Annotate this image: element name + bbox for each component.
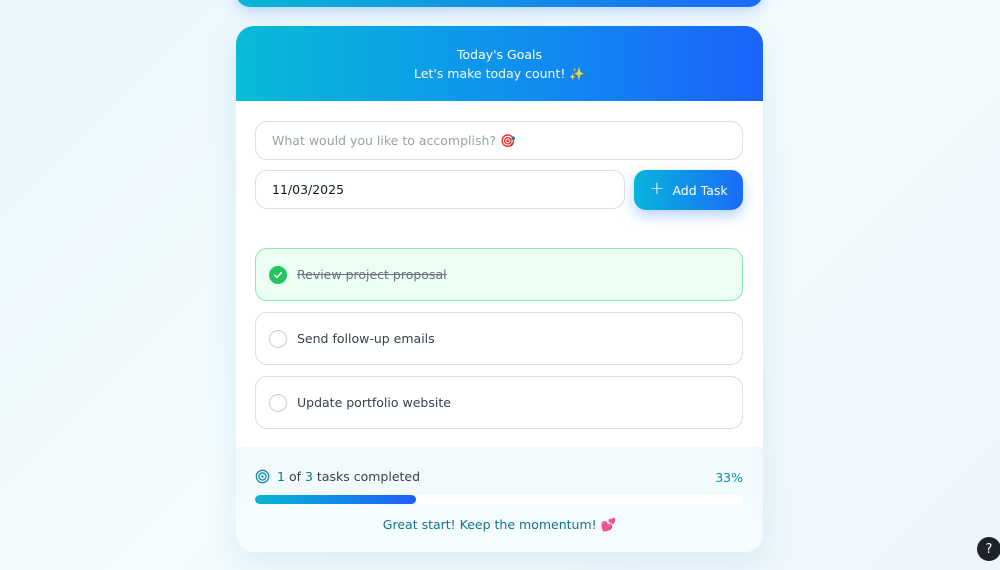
progress-bar-fill (255, 495, 417, 504)
help-button[interactable]: ? (977, 537, 1000, 561)
completed-suffix: tasks completed (316, 469, 421, 484)
checkbox-empty-icon[interactable] (269, 329, 287, 348)
add-task-label: Add Task (672, 182, 728, 198)
completed-count: 1 (277, 469, 285, 484)
task-item[interactable]: Review project proposal (255, 248, 743, 301)
task-label: Review project proposal (297, 267, 447, 282)
goals-card: Today's Goals Let's make today count! ✨ … (236, 26, 763, 552)
add-task-button[interactable]: + Add Task (634, 170, 743, 210)
motivation-message: Great start! Keep the momentum! 💕 (382, 517, 617, 532)
card-header: Today's Goals Let's make today count! ✨ (236, 26, 763, 101)
target-icon (255, 469, 270, 484)
card-subtitle: Let's make today count! ✨ (414, 66, 585, 81)
previous-card-edge (236, 0, 763, 7)
task-input[interactable] (255, 121, 743, 160)
checkbox-empty-icon[interactable] (269, 393, 287, 412)
checkbox-checked-icon[interactable] (269, 265, 287, 284)
of-text: of (288, 469, 301, 484)
task-item[interactable]: Update portfolio website (255, 376, 743, 429)
task-item[interactable]: Send follow-up emails (255, 312, 743, 365)
progress-bar (255, 495, 743, 504)
progress-percent: 33% (715, 470, 743, 485)
task-label: Send follow-up emails (297, 331, 435, 346)
total-count: 3 (304, 469, 313, 484)
progress-stats: 1 of 3 tasks completed (255, 469, 420, 484)
date-input[interactable] (255, 170, 625, 209)
plus-icon: + (649, 178, 665, 199)
card-title: Today's Goals (456, 47, 543, 62)
task-label: Update portfolio website (297, 395, 451, 410)
progress-footer: 1 of 3 tasks completed 33% Great start! … (236, 447, 763, 552)
